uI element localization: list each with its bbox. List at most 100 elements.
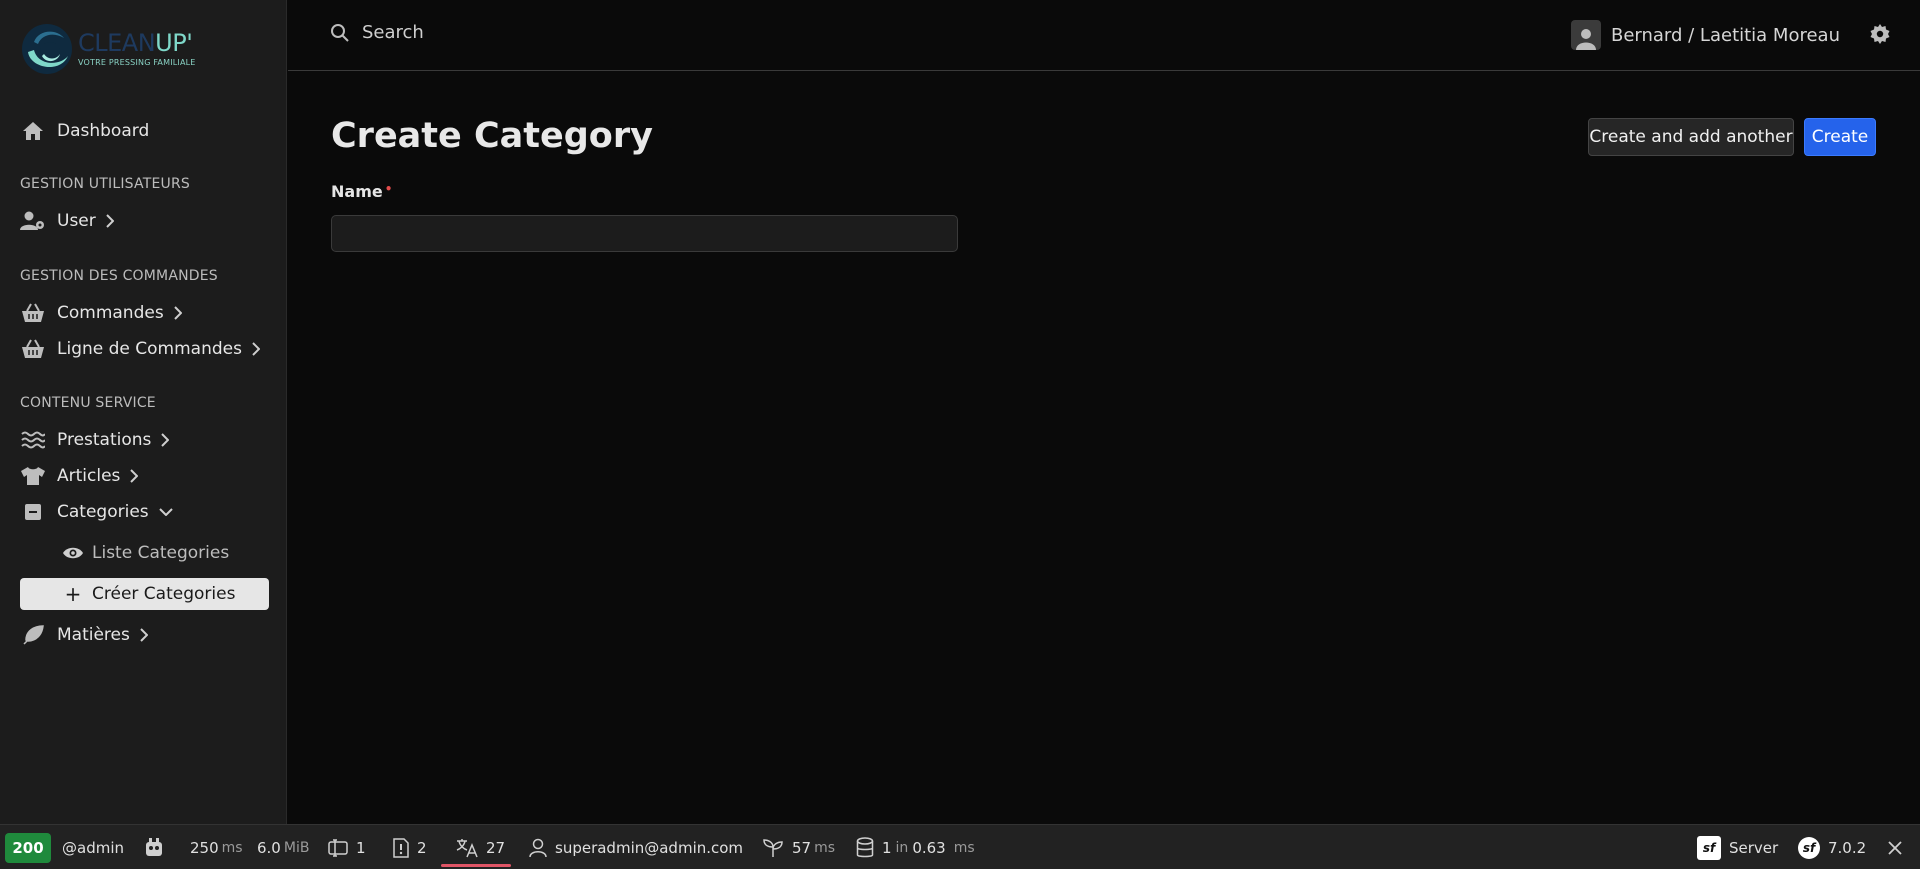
- sidebar-item-label: Prestations: [57, 430, 152, 450]
- forms-panel[interactable]: 1: [328, 825, 366, 869]
- logo-icon: [20, 22, 74, 76]
- topbar: Search Bernard / Laetitia Moreau: [288, 0, 1920, 71]
- db-time-value: 0.63: [912, 838, 946, 857]
- brand-name: CLEANUP': [78, 29, 193, 57]
- name-field-label: Name •: [331, 182, 392, 201]
- translations-active-indicator: [441, 864, 511, 867]
- name-field[interactable]: [331, 215, 958, 252]
- water-waves-icon: [20, 429, 46, 451]
- security-user: superadmin@admin.com: [555, 838, 744, 857]
- minus-square-icon: [20, 501, 46, 523]
- init-time-panel[interactable]: 57 ms: [762, 825, 835, 869]
- sidebar-item-label: Dashboard: [57, 121, 150, 141]
- logs-panel[interactable]: 2: [393, 825, 427, 869]
- section-title-commandes: GESTION DES COMMANDES: [20, 268, 218, 284]
- search-input[interactable]: Search: [330, 22, 424, 43]
- plus-icon: +: [64, 582, 82, 606]
- route-name[interactable]: @admin: [62, 825, 124, 869]
- log-warning-icon: [393, 837, 409, 858]
- sidebar: CLEANUP' VOTRE PRESSING FAMILIALE Dashbo…: [0, 0, 287, 824]
- database-icon: [856, 836, 874, 859]
- sidebar-subitem-label: Liste Categories: [92, 543, 230, 563]
- init-time-value: 57: [792, 838, 812, 857]
- search-icon: [330, 23, 350, 43]
- create-button[interactable]: Create: [1804, 118, 1876, 156]
- chevron-right-icon: [252, 342, 262, 356]
- sidebar-item-matieres[interactable]: Matières: [20, 620, 150, 650]
- request-time[interactable]: 250 ms: [190, 825, 243, 869]
- section-title-users: GESTION UTILISATEURS: [20, 176, 190, 192]
- sidebar-item-articles[interactable]: Articles: [20, 461, 140, 491]
- sidebar-subitem-label: Créer Categories: [92, 584, 236, 604]
- brand-tagline: VOTRE PRESSING FAMILIALE: [78, 58, 196, 67]
- sidebar-item-ligne-commandes[interactable]: Ligne de Commandes: [20, 334, 262, 364]
- symfony-icon: sf: [1697, 835, 1721, 860]
- gear-icon[interactable]: [1870, 24, 1890, 44]
- sidebar-item-label: Articles: [57, 466, 121, 486]
- memory-unit: MiB: [283, 839, 310, 856]
- translations-count: 27: [486, 838, 506, 857]
- user-cog-icon: [20, 210, 46, 232]
- chevron-down-icon: [158, 505, 173, 519]
- symfony-version-panel[interactable]: sf 7.0.2: [1798, 825, 1866, 869]
- database-panel[interactable]: 1 in 0.63 ms: [856, 825, 975, 869]
- db-in-text: in: [895, 839, 909, 856]
- sidebar-item-prestations[interactable]: Prestations: [20, 425, 171, 455]
- init-time-unit: ms: [814, 839, 836, 856]
- db-time-unit: ms: [953, 839, 975, 856]
- controller-icon[interactable]: [142, 825, 166, 869]
- name-label-text: Name: [331, 182, 383, 201]
- sidebar-item-label: Commandes: [57, 303, 164, 323]
- debug-toolbar: 200 @admin 250 ms 6.0 MiB 1 2 27 superad…: [0, 824, 1920, 869]
- sidebar-item-label: Categories: [57, 502, 149, 522]
- required-indicator: •: [384, 182, 393, 196]
- translations-panel[interactable]: 27: [456, 825, 505, 869]
- logs-count: 2: [417, 838, 427, 857]
- sidebar-item-commandes[interactable]: Commandes: [20, 298, 184, 328]
- server-panel[interactable]: sf Server: [1697, 825, 1778, 869]
- basket-icon: [20, 338, 46, 360]
- symfony-icon: sf: [1798, 836, 1820, 859]
- shirt-icon: [20, 465, 46, 487]
- close-icon[interactable]: [1887, 825, 1903, 869]
- sidebar-item-label: User: [57, 211, 96, 231]
- chevron-right-icon: [173, 306, 184, 320]
- sidebar-item-label: Ligne de Commandes: [57, 339, 242, 359]
- home-icon: [20, 120, 46, 142]
- chevron-right-icon: [130, 469, 140, 483]
- memory-value: 6.0: [257, 838, 281, 857]
- server-label: Server: [1729, 838, 1779, 857]
- user-menu[interactable]: Bernard / Laetitia Moreau: [1570, 20, 1840, 50]
- symfony-version: 7.0.2: [1828, 838, 1867, 857]
- eye-icon: [62, 546, 84, 560]
- page-title: Create Category: [331, 116, 653, 156]
- chevron-right-icon: [161, 433, 171, 447]
- avatar: [1570, 20, 1601, 50]
- brand-logo[interactable]: CLEANUP' VOTRE PRESSING FAMILIALE: [20, 22, 196, 76]
- forms-count: 1: [356, 838, 366, 857]
- memory-usage[interactable]: 6.0 MiB: [257, 825, 309, 869]
- feather-icon: [20, 624, 46, 646]
- security-panel[interactable]: superadmin@admin.com: [529, 825, 743, 869]
- chevron-right-icon: [140, 628, 150, 642]
- request-time-value: 250: [190, 838, 219, 857]
- translate-icon: [456, 838, 478, 858]
- chevron-right-icon: [106, 214, 116, 228]
- section-title-contenu: CONTENU SERVICE: [20, 395, 156, 411]
- sprout-icon: [762, 838, 784, 858]
- status-badge[interactable]: 200: [5, 833, 51, 863]
- sidebar-subitem-liste-categories[interactable]: Liste Categories: [62, 540, 229, 566]
- form-icon: [328, 838, 348, 857]
- user-icon: [529, 838, 547, 858]
- search-placeholder: Search: [362, 22, 424, 43]
- db-query-count: 1: [882, 838, 892, 857]
- basket-icon: [20, 302, 46, 324]
- sidebar-subitem-creer-categories[interactable]: + Créer Categories: [20, 578, 269, 610]
- sidebar-item-categories[interactable]: Categories: [20, 497, 173, 527]
- request-time-unit: ms: [221, 839, 243, 856]
- user-name: Bernard / Laetitia Moreau: [1610, 24, 1840, 46]
- sidebar-item-user[interactable]: User: [20, 206, 116, 236]
- sidebar-item-dashboard[interactable]: Dashboard: [20, 116, 149, 146]
- create-and-add-another-button[interactable]: Create and add another: [1588, 118, 1794, 156]
- sidebar-item-label: Matières: [57, 625, 130, 645]
